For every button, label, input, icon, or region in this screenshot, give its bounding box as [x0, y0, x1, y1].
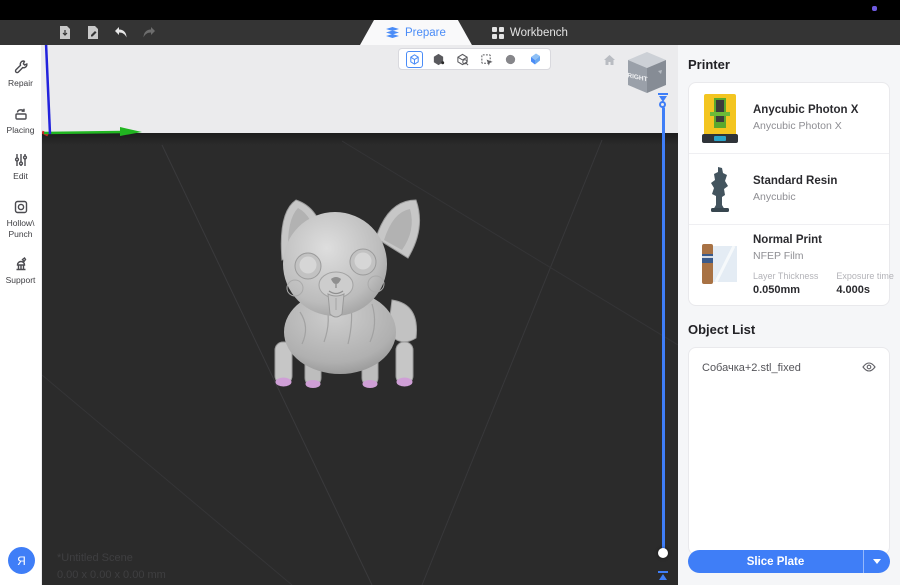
undo-icon[interactable] [111, 23, 131, 43]
file-toolbar [55, 20, 159, 45]
left-sidebar: Repair Placing Edit Hollow\Punch Support… [0, 45, 42, 585]
printer-thumbnail [699, 92, 741, 144]
slice-plate-button[interactable]: Slice Plate [688, 550, 863, 573]
import-file-icon[interactable] [55, 23, 75, 43]
hollow-square-icon [13, 199, 29, 215]
sidebar-item-label: Repair [8, 78, 33, 89]
flip-box-icon [13, 106, 29, 122]
paw-tips [276, 378, 413, 389]
support-icon [13, 256, 29, 272]
object-name: Собачка+2.stl_fixed [702, 362, 801, 374]
printer-section-title: Printer [688, 57, 890, 72]
object-list-card: Собачка+2.stl_fixed [688, 347, 890, 555]
object-list-item[interactable]: Собачка+2.stl_fixed [689, 348, 889, 388]
redo-icon[interactable] [139, 23, 159, 43]
sidebar-item-label: Placing [7, 125, 35, 136]
tab-workbench[interactable]: Workbench [472, 20, 588, 45]
scene-size: 0.00 x 0.00 x 0.00 mm [57, 567, 166, 584]
workbench-grid-icon [492, 27, 504, 39]
sidebar-item-support[interactable]: Support [0, 256, 42, 286]
right-panel: Printer Anycubic Photon X Anycubic Photo… [678, 45, 900, 585]
wrench-icon [13, 59, 29, 75]
viewport-toolbar [398, 48, 551, 70]
scene-info: *Untitled Scene 0.00 x 0.00 x 0.00 mm [57, 550, 166, 583]
view-cube-tool[interactable] [406, 51, 423, 68]
sidebar-item-label: Edit [13, 171, 28, 182]
solid-cube-tool[interactable] [430, 51, 447, 68]
user-avatar[interactable]: Я [8, 547, 35, 574]
save-file-icon[interactable] [83, 23, 103, 43]
layer-slider-handle[interactable] [658, 548, 668, 558]
slider-to-top-icon[interactable] [657, 569, 669, 585]
printer-name: Anycubic Photon X [753, 104, 879, 116]
resin-row[interactable]: Standard Resin Anycubic [689, 153, 889, 224]
slicer-app: Prepare Workbench Repair Placing Edit [0, 0, 900, 585]
sliders-icon [13, 152, 29, 168]
slice-button-group: Slice Plate [688, 550, 890, 573]
layer-thickness-value: 0.050mm [753, 284, 818, 296]
resin-thumbnail [699, 163, 741, 215]
printer-machine-row[interactable]: Anycubic Photon X Anycubic Photon X [689, 83, 889, 153]
tab-bar: Prepare Workbench [360, 20, 588, 45]
visibility-eye-icon[interactable] [862, 359, 876, 377]
home-view-icon[interactable] [603, 53, 616, 71]
resin-subtitle: Anycubic [753, 191, 879, 203]
layer-thickness-label: Layer Thickness [753, 271, 818, 281]
exposure-time-label: Exposure time [836, 271, 894, 281]
resin-name: Standard Resin [753, 175, 879, 187]
prepare-layers-icon [386, 27, 399, 38]
tab-prepare-label: Prepare [405, 27, 446, 39]
print-mode-name: Normal Print [753, 234, 894, 246]
sidebar-item-label: Support [6, 275, 36, 286]
z-axis [46, 45, 50, 134]
exposure-time-value: 4.000s [836, 284, 894, 296]
printer-card: Anycubic Photon X Anycubic Photon X Stan… [688, 82, 890, 306]
inspect-cube-tool[interactable] [454, 51, 471, 68]
y-axis [44, 132, 122, 133]
status-dot [872, 6, 877, 11]
sidebar-item-placing[interactable]: Placing [0, 106, 42, 136]
sidebar-item-label: Hollow\Punch [7, 218, 35, 239]
titlebar [0, 0, 900, 20]
menubar: Prepare Workbench [0, 20, 900, 45]
slice-dropdown-button[interactable] [863, 550, 890, 573]
slice-cube-tool[interactable] [526, 51, 543, 68]
printer-subtitle: Anycubic Photon X [753, 120, 879, 132]
film-thumbnail [699, 234, 741, 294]
region-select-tool[interactable] [478, 51, 495, 68]
layer-slider-track[interactable] [662, 107, 665, 552]
film-type: NFEP Film [753, 250, 894, 262]
tab-workbench-label: Workbench [510, 27, 568, 39]
viewport-3d[interactable]: RIGHT *Untitled Scene 0.00 x 0.00 x 0.00… [42, 45, 678, 585]
sidebar-item-repair[interactable]: Repair [0, 59, 42, 89]
chevron-down-icon [873, 559, 881, 564]
print-params: Layer Thickness 0.050mm Exposure time 4.… [753, 271, 894, 296]
sidebar-item-edit[interactable]: Edit [0, 152, 42, 182]
object-list-title: Object List [688, 322, 890, 337]
sphere-tool[interactable] [502, 51, 519, 68]
print-settings-row[interactable]: Normal Print NFEP Film Layer Thickness 0… [689, 224, 889, 305]
scene-name: *Untitled Scene [57, 550, 166, 567]
tab-prepare[interactable]: Prepare [360, 20, 472, 45]
model-dog-figurine[interactable] [250, 192, 450, 394]
sidebar-item-hollow-punch[interactable]: Hollow\Punch [0, 199, 42, 239]
